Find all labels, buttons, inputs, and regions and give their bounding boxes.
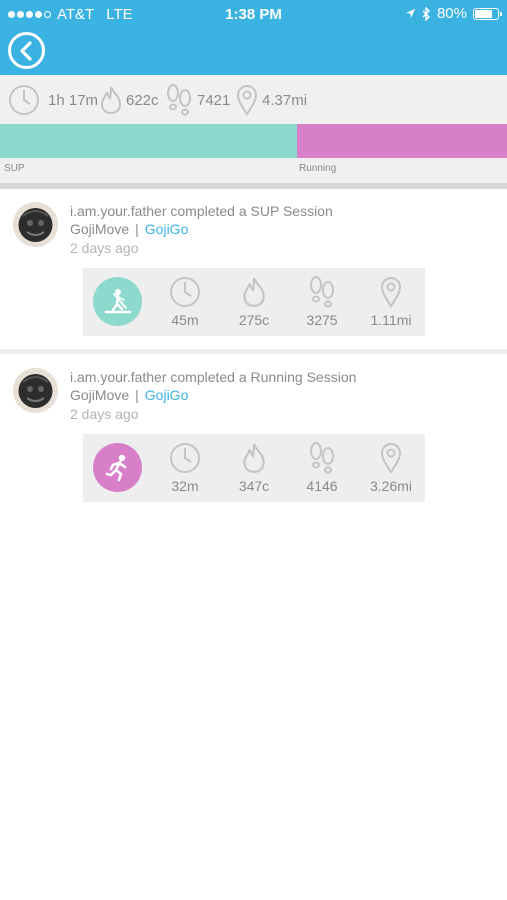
feed-time: 2 days ago: [70, 240, 139, 256]
summary-duration: 1h 17m: [8, 83, 98, 117]
stat-distance: 3.26mi: [361, 442, 421, 494]
summary-distance: 4.37mi: [236, 83, 307, 117]
sup-label: SUP: [4, 163, 25, 174]
stat-calories-value: 347c: [238, 478, 270, 494]
session-stats: 45m 275c 3275 1.11mi: [83, 268, 425, 336]
location-pin-icon: [380, 277, 402, 308]
stat-duration: 45m: [155, 276, 215, 328]
summary-steps-value: 7421: [197, 91, 231, 109]
stat-calories-value: 275c: [238, 312, 270, 328]
chevron-left-icon: [19, 40, 32, 61]
stat-duration: 32m: [155, 442, 215, 494]
summary-distance-value: 4.37mi: [262, 91, 308, 109]
gojigo-link[interactable]: GojiGo: [145, 221, 189, 237]
summary-calories-value: 622c: [126, 91, 159, 109]
summary-duration-value: 1h 17m: [48, 91, 99, 109]
stat-distance-value: 3.26mi: [369, 478, 413, 494]
location-arrow-icon: [405, 8, 416, 19]
session-stats: 32m 347c 4146 3.26mi: [83, 434, 425, 502]
clock-icon: [170, 443, 200, 473]
feed-source: GojiMove | GojiGo: [70, 221, 188, 237]
feed-title: i.am.your.father completed a SUP Session: [70, 203, 333, 219]
bluetooth-icon: [422, 6, 430, 21]
separator: |: [135, 221, 139, 237]
stat-distance-value: 1.11mi: [370, 312, 412, 328]
app-header: AT&T LTE 1:38 PM 80%: [0, 0, 507, 75]
activity-split-bar: [0, 124, 507, 158]
battery-percent: 80%: [436, 5, 467, 22]
stat-calories: 275c: [224, 276, 284, 328]
footsteps-icon: [167, 84, 191, 116]
back-button[interactable]: [8, 32, 45, 69]
stat-calories: 347c: [224, 442, 284, 494]
stat-steps-value: 3275: [306, 312, 338, 328]
clock-icon: [9, 85, 39, 115]
footsteps-icon: [310, 276, 334, 308]
avatar[interactable]: [13, 368, 58, 413]
running-label: Running: [299, 163, 337, 174]
gojigo-link[interactable]: GojiGo: [145, 387, 189, 403]
stat-steps-value: 4146: [306, 478, 338, 494]
flame-icon: [243, 443, 265, 473]
activity-split-labels: SUP Running: [0, 158, 507, 184]
running-bar-segment: [297, 124, 507, 158]
avatar[interactable]: [13, 202, 58, 247]
stat-duration-value: 32m: [171, 478, 199, 494]
stat-distance: 1.11mi: [361, 276, 421, 328]
stat-steps: 3275: [292, 276, 352, 328]
clock-icon: [170, 277, 200, 307]
avatar-image: [13, 202, 58, 247]
feed-item-sup[interactable]: i.am.your.father completed a SUP Session…: [0, 189, 507, 349]
stat-duration-value: 45m: [171, 312, 199, 328]
location-pin-icon: [380, 443, 402, 474]
stat-steps: 4146: [292, 442, 352, 494]
avatar-image: [13, 368, 58, 413]
feed-source: GojiMove | GojiGo: [70, 387, 188, 403]
activity-badge: [93, 277, 142, 326]
status-bar: AT&T LTE 1:38 PM 80%: [0, 0, 507, 28]
sup-bar-segment: [0, 124, 297, 158]
battery-icon: [473, 7, 502, 20]
summary-steps: 7421: [165, 83, 230, 117]
app-name: GojiMove: [70, 221, 130, 237]
flame-icon: [243, 277, 265, 307]
flame-icon: [100, 86, 122, 115]
summary-calories: 622c: [100, 83, 159, 117]
feed-divider: [0, 349, 507, 354]
feed-time: 2 days ago: [70, 406, 139, 422]
status-right: 80%: [405, 5, 502, 22]
app-name: GojiMove: [70, 387, 130, 403]
feed-title: i.am.your.father completed a Running Ses…: [70, 369, 357, 385]
location-pin-icon: [236, 85, 258, 116]
feed-item-running[interactable]: i.am.your.father completed a Running Ses…: [0, 355, 507, 515]
runner-icon: [105, 454, 126, 481]
summary-stats: 1h 17m 622c 7421 4.37mi: [0, 75, 507, 125]
activity-badge: [93, 443, 142, 492]
footsteps-icon: [310, 442, 334, 474]
separator: |: [135, 387, 139, 403]
paddleboard-icon: [104, 288, 131, 313]
